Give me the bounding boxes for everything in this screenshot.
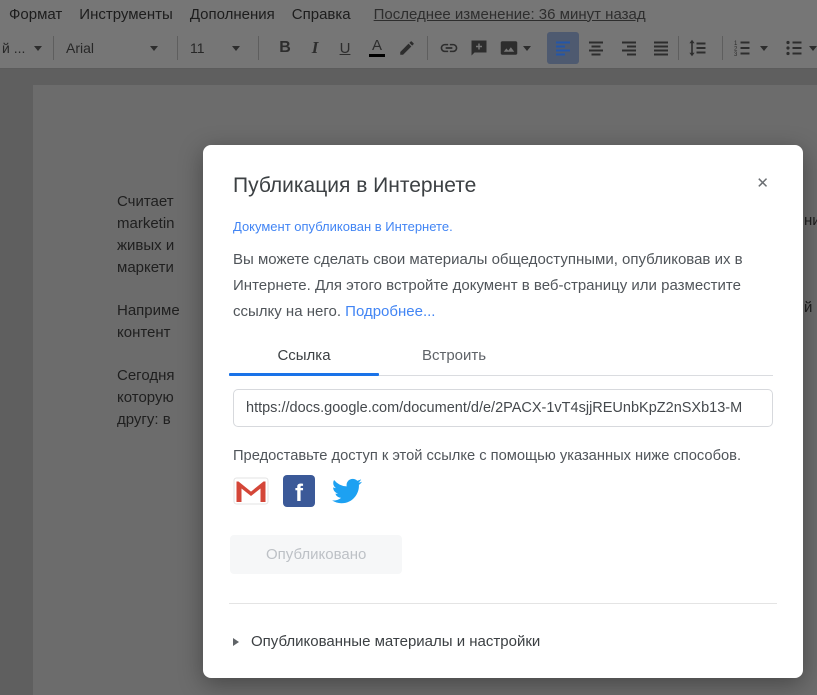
facebook-icon: f	[283, 475, 315, 507]
link-icon	[440, 43, 458, 53]
line-spacing-icon	[689, 39, 706, 57]
text-highlight-icon	[400, 41, 414, 55]
text-color-label: A	[371, 37, 382, 54]
toolbar: й ... Arial 11 B I U A 1 2 3	[0, 28, 817, 69]
align-justify-icon	[654, 41, 668, 56]
share-facebook-button[interactable]: f	[283, 475, 315, 507]
close-icon[interactable]: ✕	[752, 173, 773, 195]
text-color-button[interactable]: A	[362, 33, 392, 63]
menu-item-format[interactable]: Формат	[9, 6, 62, 23]
align-left-icon	[556, 41, 570, 56]
chevron-down-icon[interactable]	[34, 46, 42, 51]
published-link-input[interactable]	[233, 389, 773, 427]
last-edit-link[interactable]: Последнее изменение: 36 минут назад	[374, 6, 646, 23]
add-comment-icon	[471, 40, 487, 56]
tab-link[interactable]: Ссылка	[229, 338, 379, 376]
doc-line: Считает	[117, 193, 174, 210]
toolbar-separator	[177, 36, 178, 60]
bulleted-list-button[interactable]	[779, 33, 809, 63]
published-button[interactable]: Опубликовано	[230, 535, 403, 574]
dialog-header: Публикация в Интернете ✕	[233, 173, 773, 199]
share-caption: Предоставьте доступ к этой ссылке с помо…	[233, 448, 742, 464]
dialog-description: Вы можете сделать свои материалы общедос…	[233, 247, 773, 325]
toolbar-separator	[258, 36, 259, 60]
document-text: Считает marketin живых и маркети Наприме…	[117, 191, 180, 452]
toolbar-separator	[678, 36, 679, 60]
published-content-settings-expander[interactable]: Опубликованные материалы и настройки	[233, 633, 773, 650]
insert-link-button[interactable]	[434, 33, 464, 63]
doc-line: другу: в	[117, 411, 171, 428]
share-twitter-button[interactable]	[329, 476, 365, 506]
menu-item-tools[interactable]: Инструменты	[79, 6, 173, 23]
align-right-button[interactable]	[614, 33, 644, 63]
chevron-down-icon[interactable]	[523, 46, 531, 51]
text-highlight-button[interactable]	[392, 33, 422, 63]
dialog-divider	[229, 603, 777, 604]
doc-line: живых и	[117, 237, 175, 254]
align-right-icon	[622, 41, 636, 56]
bold-button[interactable]: B	[270, 33, 300, 63]
menu-item-help[interactable]: Справка	[292, 6, 351, 23]
doc-line: контент	[117, 324, 171, 341]
share-gmail-button[interactable]	[233, 477, 269, 505]
menu-bar: Формат Инструменты Дополнения Справка По…	[0, 0, 817, 28]
expand-arrow-icon	[233, 637, 239, 646]
doc-line: маркети	[117, 259, 174, 276]
description-text: Вы можете сделать свои материалы общедос…	[233, 251, 743, 320]
twitter-icon	[332, 478, 362, 504]
doc-line-fragment: й	[804, 299, 813, 316]
insert-image-icon	[500, 41, 518, 55]
paragraph: Считает marketin живых и маркети	[117, 191, 180, 279]
insert-image-button[interactable]	[494, 33, 524, 63]
align-center-icon	[589, 41, 603, 56]
doc-line-fragment: ни	[804, 212, 817, 229]
chevron-down-icon[interactable]	[232, 46, 240, 51]
font-size-select[interactable]: 11	[190, 33, 205, 63]
paragraph-style-select[interactable]: й ...	[2, 33, 25, 63]
toolbar-separator	[722, 36, 723, 60]
numbered-list-icon: 1 2 3	[734, 41, 750, 57]
align-left-button[interactable]	[547, 32, 579, 64]
paragraph: Сегодня которую другу: в	[117, 365, 180, 431]
numbered-list-button[interactable]: 1 2 3	[727, 33, 757, 63]
share-icons-row: f	[233, 475, 773, 507]
tab-bar: Ссылка Встроить	[229, 338, 773, 376]
expander-label: Опубликованные материалы и настройки	[251, 633, 541, 650]
italic-button[interactable]: I	[300, 33, 330, 63]
underline-button[interactable]: U	[330, 33, 360, 63]
dialog-title: Публикация в Интернете	[233, 174, 477, 197]
toolbar-separator	[53, 36, 54, 60]
font-family-select[interactable]: Arial	[66, 33, 94, 63]
add-comment-button[interactable]	[464, 33, 494, 63]
chevron-down-icon[interactable]	[150, 46, 158, 51]
toolbar-separator	[427, 36, 428, 60]
learn-more-link[interactable]: Подробнее...	[345, 303, 435, 320]
menu-item-addons[interactable]: Дополнения	[190, 6, 275, 23]
tab-embed[interactable]: Встроить	[379, 338, 529, 375]
doc-line: которую	[117, 389, 174, 406]
bulleted-list-icon	[786, 40, 802, 56]
align-center-button[interactable]	[581, 33, 611, 63]
line-spacing-button[interactable]	[683, 33, 713, 63]
doc-line: marketin	[117, 215, 175, 232]
paragraph: Наприме контент	[117, 300, 180, 344]
text-color-swatch	[369, 54, 385, 57]
gmail-icon	[233, 477, 269, 505]
chevron-down-icon[interactable]	[809, 46, 817, 51]
chevron-down-icon[interactable]	[760, 46, 768, 51]
docs-app: Формат Инструменты Дополнения Справка По…	[0, 0, 817, 695]
svg-text:3: 3	[734, 52, 738, 57]
doc-line: Сегодня	[117, 367, 175, 384]
align-justify-button[interactable]	[646, 33, 676, 63]
published-status-link[interactable]: Документ опубликован в Интернете.	[233, 219, 773, 234]
doc-line: Наприме	[117, 302, 180, 319]
publish-dialog: Публикация в Интернете ✕ Документ опубли…	[203, 145, 803, 678]
